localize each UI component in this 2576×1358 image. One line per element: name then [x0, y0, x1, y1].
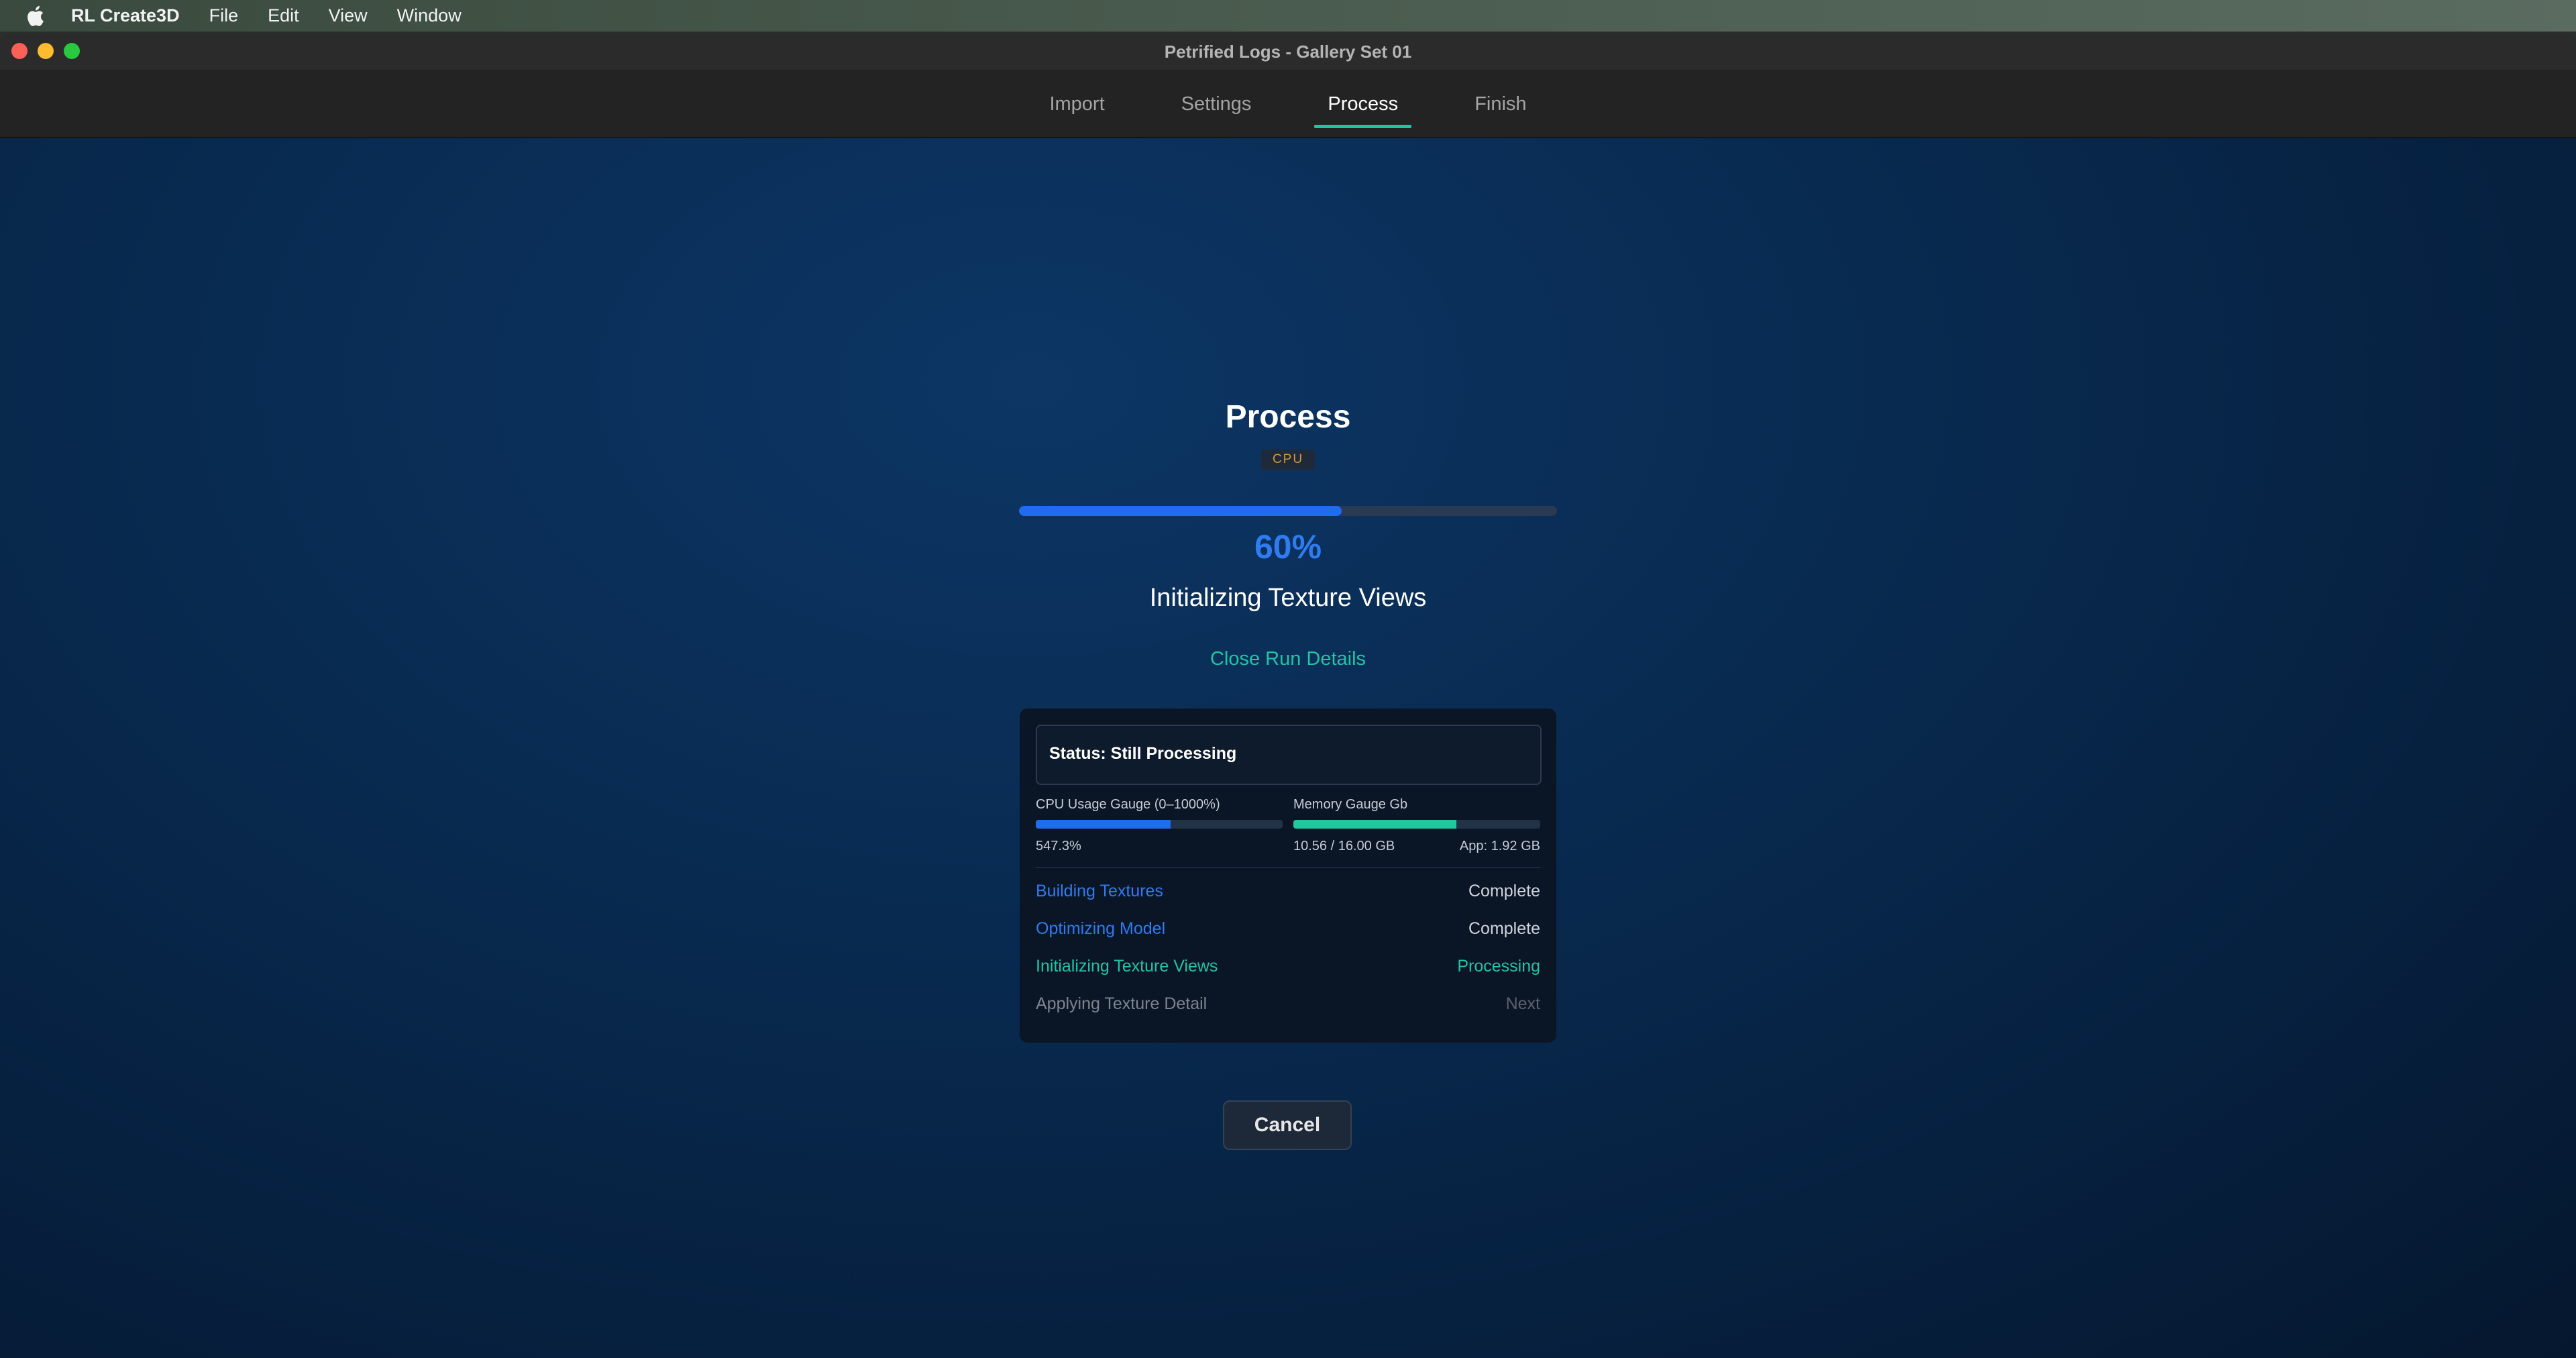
- memory-gauge-fill: [1293, 820, 1456, 829]
- overall-progress-fill: [1019, 506, 1342, 516]
- close-run-details-link[interactable]: Close Run Details: [1020, 648, 1556, 670]
- window-title: Petrified Logs - Gallery Set 01: [1164, 42, 1412, 62]
- menu-window[interactable]: Window: [397, 5, 462, 26]
- step-name: Building Textures: [1036, 882, 1163, 900]
- menu-edit[interactable]: Edit: [268, 5, 299, 26]
- menu-bar: RL Create3D File Edit View Window: [0, 0, 2576, 32]
- status-text: Status: Still Processing: [1049, 744, 1237, 763]
- apple-logo-icon[interactable]: [25, 5, 46, 28]
- cpu-gauge-track: [1036, 820, 1283, 829]
- menu-app-name[interactable]: RL Create3D: [71, 5, 180, 26]
- memory-gauge-label: Memory Gauge Gb: [1293, 797, 1408, 812]
- step-tab-bar: Import Settings Process Finish: [0, 71, 2576, 138]
- status-box: Status: Still Processing: [1036, 725, 1542, 785]
- tab-process[interactable]: Process: [1314, 84, 1411, 128]
- memory-gauge-value: 10.56 / 16.00 GB: [1293, 839, 1395, 853]
- cpu-gauge-value: 547.3%: [1036, 839, 1081, 853]
- memory-gauge-track: [1293, 820, 1540, 829]
- menu-file[interactable]: File: [209, 5, 239, 26]
- step-name: Initializing Texture Views: [1036, 957, 1218, 976]
- page-title: Process: [1225, 399, 1351, 435]
- step-state: Complete: [1468, 882, 1540, 900]
- run-details-panel: Status: Still Processing CPU Usage Gauge…: [1020, 709, 1556, 1043]
- menu-view[interactable]: View: [329, 5, 368, 26]
- divider: [1036, 867, 1540, 868]
- tab-import[interactable]: Import: [1036, 84, 1118, 124]
- compute-mode-badge: CPU: [1261, 450, 1315, 470]
- process-content: Process CPU 60% Initializing Texture Vie…: [0, 138, 2576, 1358]
- current-stage-title: Initializing Texture Views: [1149, 584, 1427, 612]
- step-state: Processing: [1457, 957, 1540, 976]
- cancel-button[interactable]: Cancel: [1223, 1100, 1352, 1150]
- overall-progress-bar: [1019, 506, 1557, 516]
- memory-app-usage: App: 1.92 GB: [1459, 839, 1540, 853]
- step-state: Next: [1505, 994, 1540, 1013]
- tab-settings[interactable]: Settings: [1168, 84, 1265, 124]
- title-bar: Petrified Logs - Gallery Set 01: [0, 34, 2576, 71]
- progress-percent: 60%: [1254, 528, 1322, 566]
- step-name: Applying Texture Detail: [1036, 994, 1208, 1013]
- cpu-gauge-fill: [1036, 820, 1171, 829]
- step-name: Optimizing Model: [1036, 919, 1166, 938]
- app-window: Petrified Logs - Gallery Set 01 Import S…: [0, 34, 2576, 1358]
- cpu-gauge-label: CPU Usage Gauge (0–1000%): [1036, 797, 1220, 812]
- step-state: Complete: [1468, 919, 1540, 938]
- tab-finish[interactable]: Finish: [1461, 84, 1540, 124]
